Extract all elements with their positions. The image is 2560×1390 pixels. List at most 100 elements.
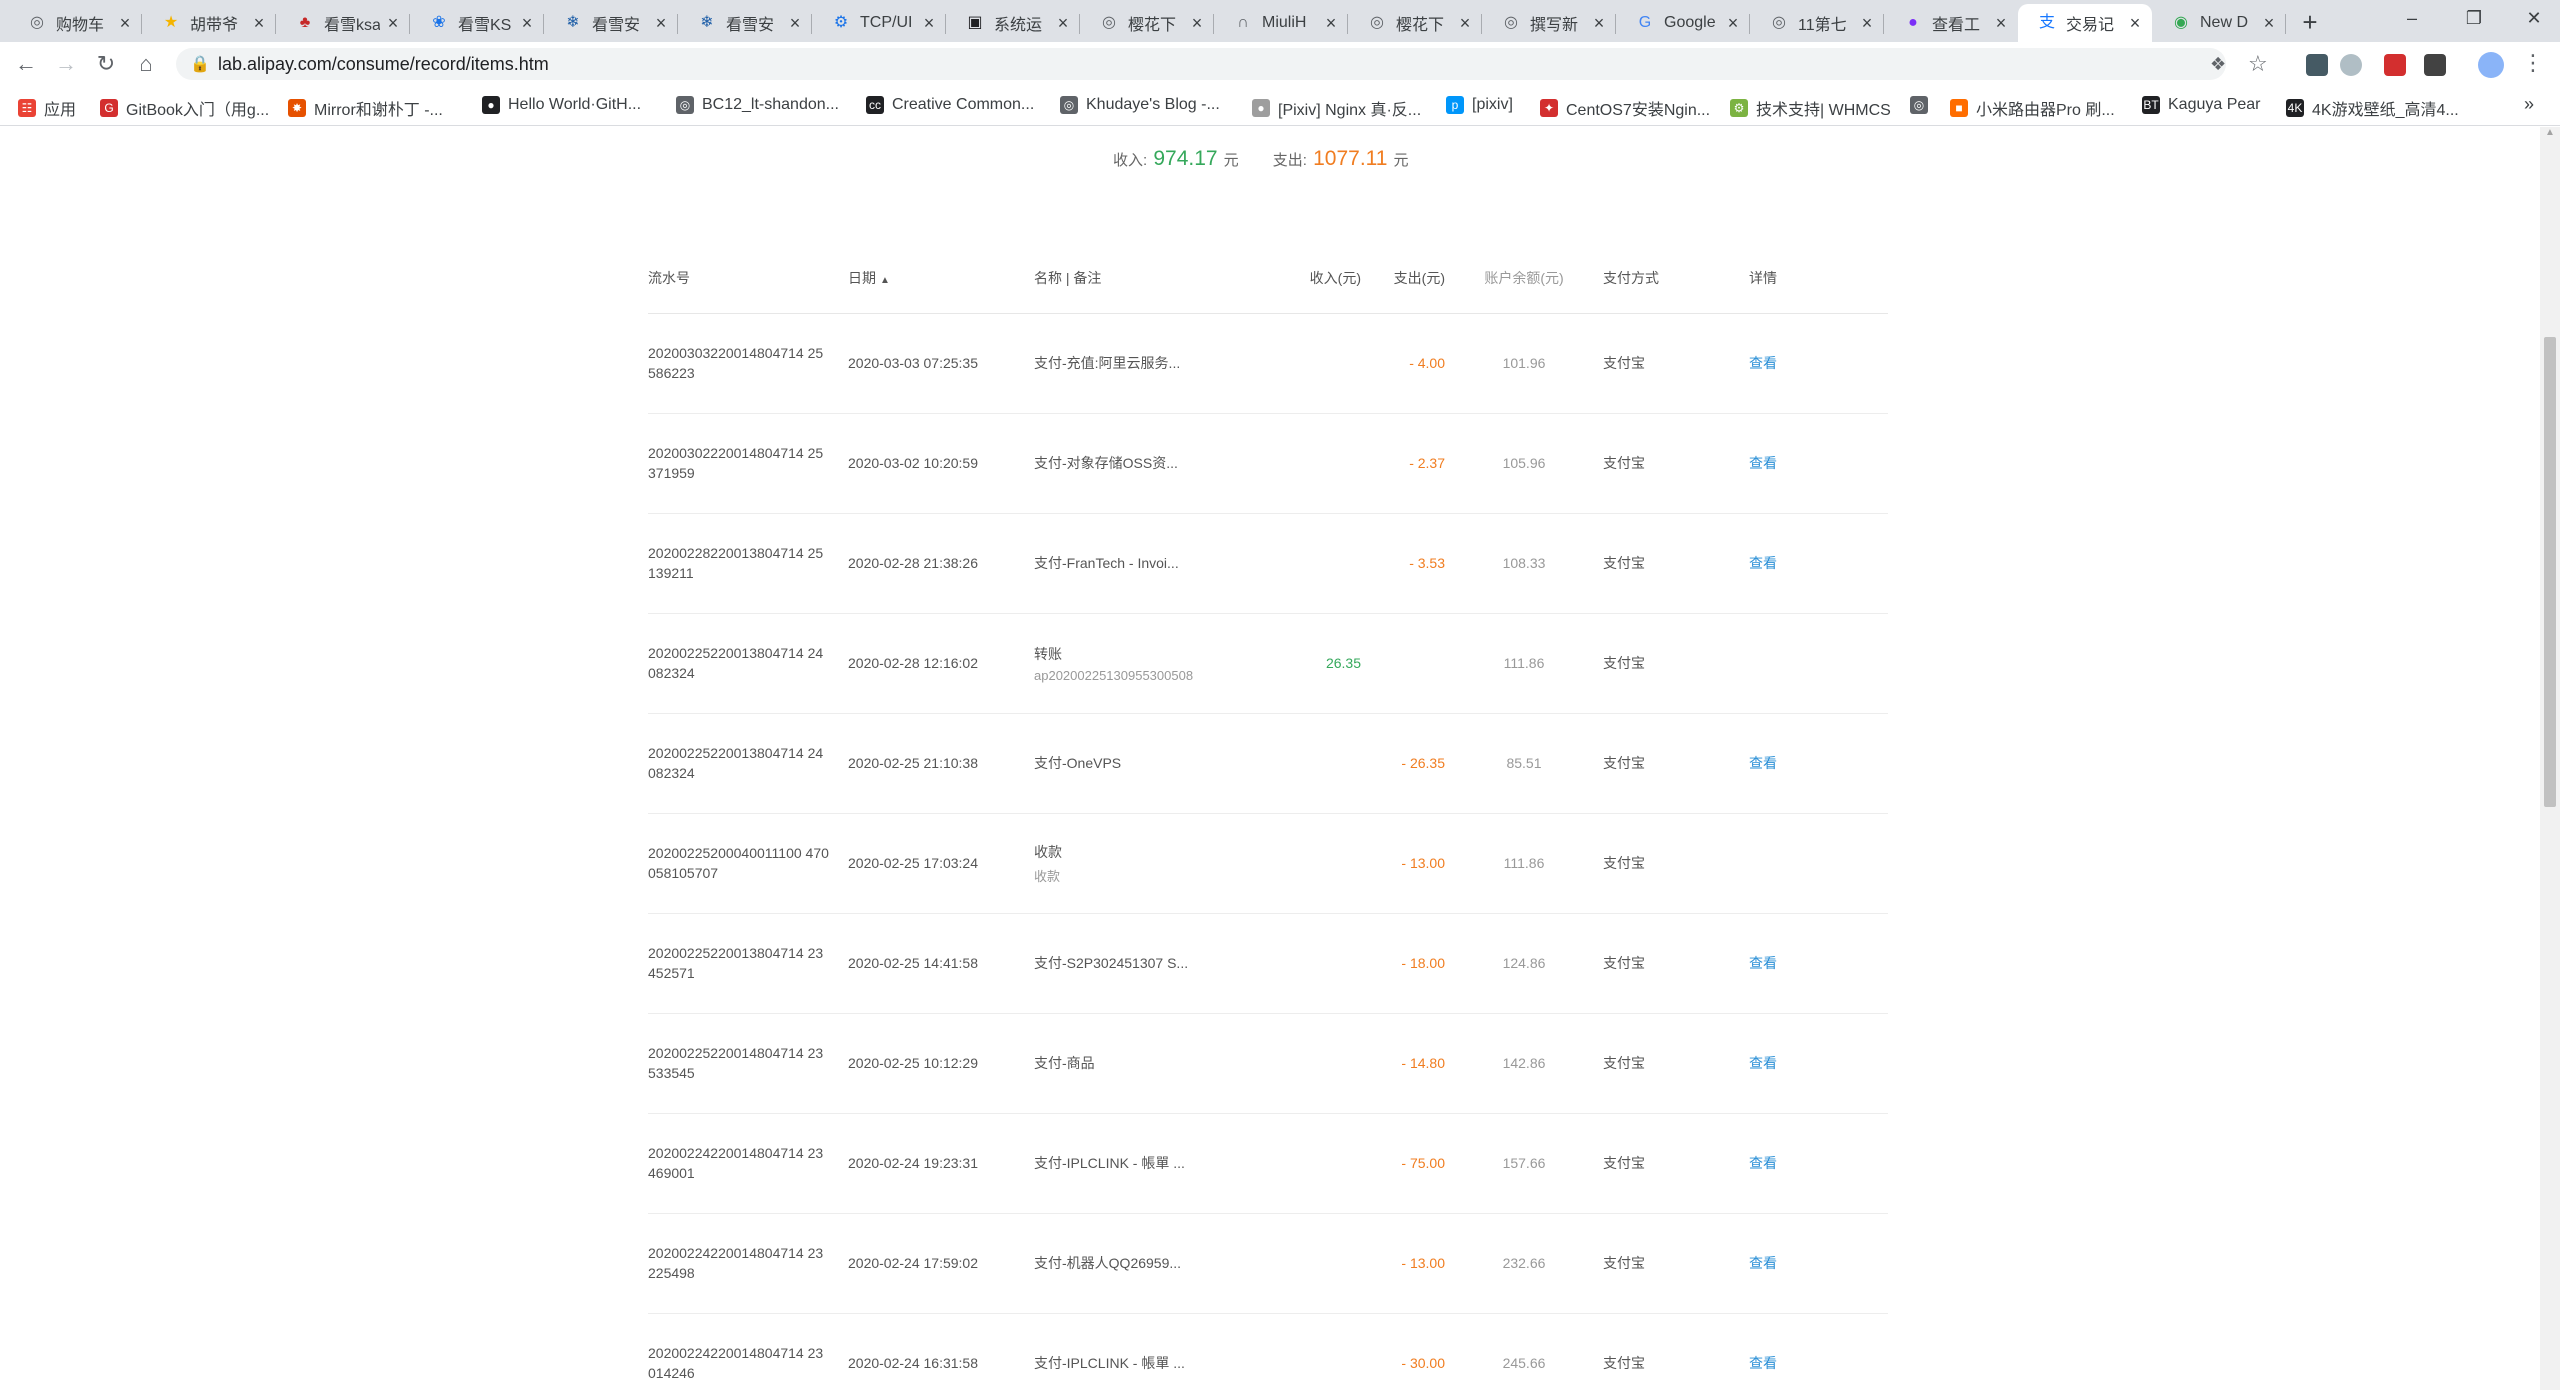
browser-tab[interactable]: ∩ MiuliH × xyxy=(1214,4,1348,42)
profile-avatar[interactable] xyxy=(2478,52,2504,78)
view-detail-link[interactable]: 查看 xyxy=(1749,555,1777,571)
view-detail-link[interactable]: 查看 xyxy=(1749,355,1777,371)
browser-tab[interactable]: ♣ 看雪ksa × xyxy=(276,4,410,42)
browser-tab[interactable]: ⚙ TCP/UI × xyxy=(812,4,946,42)
minimize-button[interactable]: – xyxy=(2386,0,2438,36)
tab-close-icon[interactable]: × xyxy=(1992,13,2010,34)
bookmark-item[interactable]: cc Creative Common... xyxy=(866,96,1034,114)
browser-tab[interactable]: ◉ New D × xyxy=(2152,4,2286,42)
transaction-memo: ap20200225130955300508 xyxy=(1034,667,1194,683)
avatar-icon: ● xyxy=(1252,99,1270,117)
close-window-button[interactable]: ✕ xyxy=(2508,0,2560,36)
address-bar[interactable]: 🔒 lab.alipay.com/consume/record/items.ht… xyxy=(176,48,2226,80)
tab-close-icon[interactable]: × xyxy=(1188,13,1206,34)
reload-icon[interactable]: ↻ xyxy=(90,48,122,80)
tab-close-icon[interactable]: × xyxy=(250,13,268,34)
tab-close-icon[interactable]: × xyxy=(384,13,402,34)
bookmark-item[interactable]: G GitBook入门（用g... xyxy=(100,96,269,120)
bookmark-label: 4K游戏壁纸_高清4... xyxy=(2312,102,2459,119)
view-detail-link[interactable]: 查看 xyxy=(1749,1155,1777,1171)
browser-tab[interactable]: ❄ 看雪安 × xyxy=(678,4,812,42)
scroll-thumb[interactable] xyxy=(2544,337,2556,807)
tab-close-icon[interactable]: × xyxy=(2126,13,2144,34)
bookmark-item[interactable]: ☷ 应用 xyxy=(18,96,76,120)
url-text[interactable]: lab.alipay.com/consume/record/items.htm xyxy=(218,54,549,75)
tab-close-icon[interactable]: × xyxy=(1858,13,1876,34)
browser-tab[interactable]: G Google × xyxy=(1616,4,1750,42)
extension-icon[interactable] xyxy=(2384,54,2406,76)
browser-tab[interactable]: ❀ 看雪KS × xyxy=(410,4,544,42)
browser-tab[interactable]: ◎ 11第七 × xyxy=(1750,4,1884,42)
bookmark-item[interactable]: ◎ Khudaye's Blog -... xyxy=(1060,96,1220,114)
bookmark-item[interactable]: ◎ xyxy=(1910,96,1936,114)
new-tab-button[interactable]: + xyxy=(2294,6,2326,38)
page-viewport: 收入: 974.17 元 支出: 1077.11 元 流水号 日期 ▲ 名称 | 备注… xyxy=(0,127,2540,1390)
table-row: 20200228220013804714 25139211 2020-02-28 … xyxy=(648,513,1888,614)
browser-tab[interactable]: ◎ 购物车 × xyxy=(8,4,142,42)
more-bookmarks-icon[interactable]: » xyxy=(2524,94,2534,115)
tab-close-icon[interactable]: × xyxy=(652,13,670,34)
bookmark-item[interactable]: p [pixiv] xyxy=(1446,96,1513,114)
view-detail-link[interactable]: 查看 xyxy=(1749,1255,1777,1271)
tab-close-icon[interactable]: × xyxy=(518,13,536,34)
extension-icon[interactable] xyxy=(2340,54,2362,76)
extension-icon[interactable] xyxy=(2424,54,2446,76)
bookmark-item[interactable]: ◎ BC12_lt-shandon... xyxy=(676,96,839,114)
bookmark-item[interactable]: ⚙ 技术支持| WHMCS xyxy=(1730,96,1891,120)
browser-tab[interactable]: ❄ 看雪安 × xyxy=(544,4,678,42)
table-row: 20200225200040011100 470058105707 2020-02… xyxy=(648,813,1888,914)
bookmark-star-icon[interactable]: ☆ xyxy=(2248,48,2268,80)
tab-close-icon[interactable]: × xyxy=(1322,13,1340,34)
browser-tab[interactable]: ◎ 樱花下 × xyxy=(1348,4,1482,42)
home-icon[interactable]: ⌂ xyxy=(130,48,162,80)
tab-close-icon[interactable]: × xyxy=(1456,13,1474,34)
extension-icon[interactable] xyxy=(2306,54,2328,76)
browser-tab[interactable]: ● 查看工 × xyxy=(1884,4,2018,42)
tab-close-icon[interactable]: × xyxy=(116,13,134,34)
globe-icon: ◎ xyxy=(1504,14,1518,31)
name-cell: 收款 收款 xyxy=(1034,813,1284,914)
browser-tab[interactable]: ★ 胡带爷 × xyxy=(142,4,276,42)
browser-tab[interactable]: 支交易记 × xyxy=(2018,4,2152,42)
view-detail-link[interactable]: 查看 xyxy=(1749,1055,1777,1071)
income-total: 974.17 xyxy=(1153,147,1218,170)
view-detail-link[interactable]: 查看 xyxy=(1749,1355,1777,1371)
tab-label: 看雪KS xyxy=(458,17,512,34)
tab-close-icon[interactable]: × xyxy=(786,13,804,34)
extension-puzzle-icon[interactable]: ❖ xyxy=(2210,48,2226,80)
view-detail-link[interactable]: 查看 xyxy=(1749,455,1777,471)
bookmark-item[interactable]: ● Hello World·GitH... xyxy=(482,96,641,114)
name-cell: 支付-对象存储OSS资... xyxy=(1034,413,1284,514)
bookmark-label: 应用 xyxy=(44,102,77,119)
menu-kebab-icon[interactable]: ⋮ xyxy=(2522,50,2544,76)
tab-label: 撰写新 xyxy=(1530,17,1579,34)
bookmark-item[interactable]: ● [Pixiv] Nginx 真·反... xyxy=(1252,96,1421,120)
browser-tab[interactable]: ◎ 樱花下 × xyxy=(1080,4,1214,42)
sort-icon[interactable]: ▲ xyxy=(880,275,890,286)
bookmark-item[interactable]: ✸ Mirror和谢朴丁 -... xyxy=(288,96,443,120)
bookmark-item[interactable]: BT Kaguya Pear xyxy=(2142,96,2261,114)
tab-close-icon[interactable]: × xyxy=(1590,13,1608,34)
tab-close-icon[interactable]: × xyxy=(1724,13,1742,34)
apps-icon: ☷ xyxy=(18,99,36,117)
restore-button[interactable]: ❐ xyxy=(2448,0,2500,36)
expense-cell: - 4.00 xyxy=(1371,313,1459,414)
table-row: 20200225220013804714 24082324 2020-02-25 … xyxy=(648,713,1888,814)
tab-close-icon[interactable]: × xyxy=(2260,13,2278,34)
view-detail-link[interactable]: 查看 xyxy=(1749,755,1777,771)
back-icon[interactable]: ← xyxy=(10,48,42,80)
tab-close-icon[interactable]: × xyxy=(1054,13,1072,34)
bookmark-item[interactable]: 4K 4K游戏壁纸_高清4... xyxy=(2286,96,2459,120)
date-cell: 2020-02-28 21:38:26 xyxy=(848,513,1034,614)
vertical-scrollbar[interactable]: ▲ xyxy=(2540,127,2560,1390)
scroll-up-arrow-icon[interactable]: ▲ xyxy=(2540,127,2560,143)
bookmark-item[interactable]: ■ 小米路由器Pro 刷... xyxy=(1950,96,2115,120)
tab-close-icon[interactable]: × xyxy=(920,13,938,34)
view-detail-link[interactable]: 查看 xyxy=(1749,955,1777,971)
bookmark-item[interactable]: ✦ CentOS7安装Ngin... xyxy=(1540,96,1710,120)
header-date[interactable]: 日期 ▲ xyxy=(848,243,1034,314)
browser-tab[interactable]: ◎ 撰写新 × xyxy=(1482,4,1616,42)
browser-toolbar: ← → ↻ ⌂ 🔒 lab.alipay.com/consume/record/… xyxy=(0,42,2560,86)
browser-tab[interactable]: ▣ 系统运 × xyxy=(946,4,1080,42)
forward-icon[interactable]: → xyxy=(50,48,82,80)
